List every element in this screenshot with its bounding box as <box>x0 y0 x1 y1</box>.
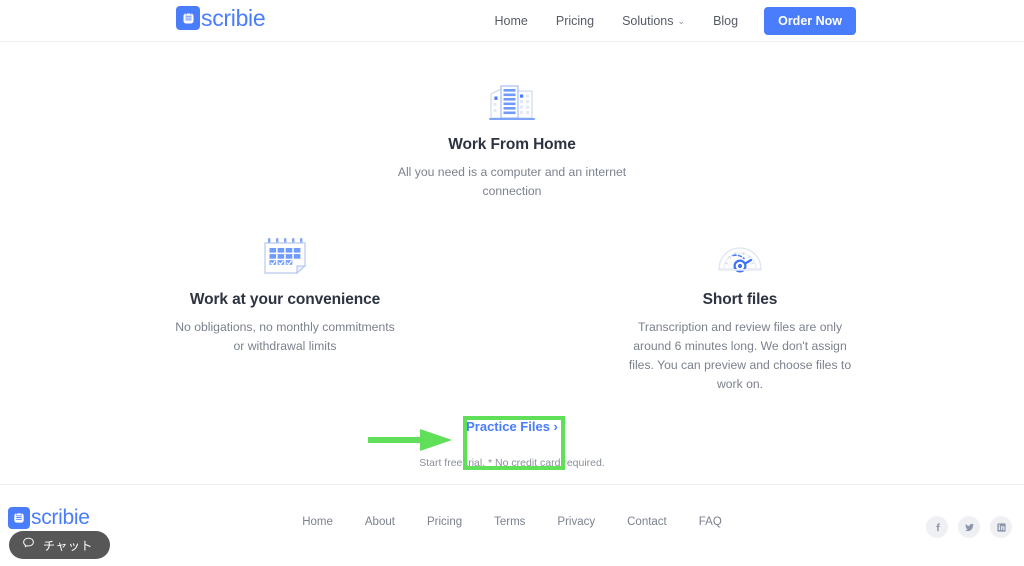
footer-nav: Home About Pricing Terms Privacy Contact… <box>0 516 1024 528</box>
cta-note: Start free trial. * No credit card requi… <box>419 457 605 469</box>
site-header: scribie Home Pricing Solutions ⌄ Blog Ord… <box>0 0 1024 42</box>
feature-work-from-home: Work From Home All you need is a compute… <box>397 80 627 201</box>
feature-title: Work From Home <box>448 136 576 153</box>
header-nav: Home Pricing Solutions ⌄ Blog Order Now <box>481 0 856 42</box>
footer-contact-label: Contact <box>627 516 667 528</box>
footer-pricing-label: Pricing <box>426 516 463 528</box>
twitter-icon[interactable] <box>958 516 980 538</box>
footer-contact[interactable]: Contact <box>611 516 683 528</box>
nav-blog-label: Blog <box>713 14 739 28</box>
footer-pricing[interactable]: Pricing <box>411 516 478 528</box>
feature-title: Short files <box>702 291 778 308</box>
main-content: Work From Home All you need is a compute… <box>0 42 1024 484</box>
feature-description: No obligations, no monthly commitments o… <box>175 320 395 353</box>
feature-description: Transcription and review files are only … <box>628 320 852 391</box>
social-links <box>926 516 1012 538</box>
scribie-logo-icon <box>176 6 200 30</box>
feature-description: All you need is a computer and an intern… <box>397 165 627 198</box>
cta-block: Practice Files › Start free trial. * No … <box>0 415 1024 469</box>
speedometer-icon <box>625 235 855 277</box>
footer-terms-label: Terms <box>494 516 526 528</box>
nav-home-label: Home <box>494 14 528 28</box>
footer-about-label: About <box>364 516 395 528</box>
facebook-icon[interactable] <box>926 516 948 538</box>
nav-pricing[interactable]: Pricing <box>542 0 608 42</box>
feature-title: Work at your convenience <box>189 291 381 308</box>
footer-faq-label: FAQ <box>698 516 722 528</box>
chat-bubble-icon <box>22 536 35 554</box>
practice-files-link[interactable]: Practice Files › <box>460 415 564 438</box>
footer-about[interactable]: About <box>349 516 411 528</box>
header-logo[interactable]: scribie <box>176 5 266 31</box>
nav-blog[interactable]: Blog <box>699 0 752 42</box>
chevron-down-icon: ⌄ <box>677 15 686 26</box>
feature-work-at-your-convenience: Work at your convenience No obligations,… <box>170 235 400 356</box>
order-now-button[interactable]: Order Now <box>764 7 856 35</box>
chat-widget-label: チャット <box>43 538 93 553</box>
feature-short-files: Short files Transcription and review fil… <box>625 235 855 394</box>
footer-home-label: Home <box>302 516 333 528</box>
office-buildings-icon <box>397 80 627 122</box>
site-footer: scribie Home About Pricing Terms Privacy… <box>0 485 1024 566</box>
linkedin-icon[interactable] <box>990 516 1012 538</box>
footer-terms[interactable]: Terms <box>478 516 541 528</box>
calendar-icon <box>170 235 400 277</box>
nav-solutions-label: Solutions <box>622 13 674 28</box>
footer-privacy-label: Privacy <box>557 516 596 528</box>
nav-solutions[interactable]: Solutions ⌄ <box>608 0 699 43</box>
nav-pricing-label: Pricing <box>555 14 595 28</box>
nav-home[interactable]: Home <box>481 0 542 42</box>
header-logo-text: scribie <box>201 5 266 31</box>
footer-privacy[interactable]: Privacy <box>541 516 611 528</box>
footer-home[interactable]: Home <box>286 516 349 528</box>
footer-faq[interactable]: FAQ <box>683 516 738 528</box>
chat-widget-button[interactable]: チャット <box>9 531 110 559</box>
